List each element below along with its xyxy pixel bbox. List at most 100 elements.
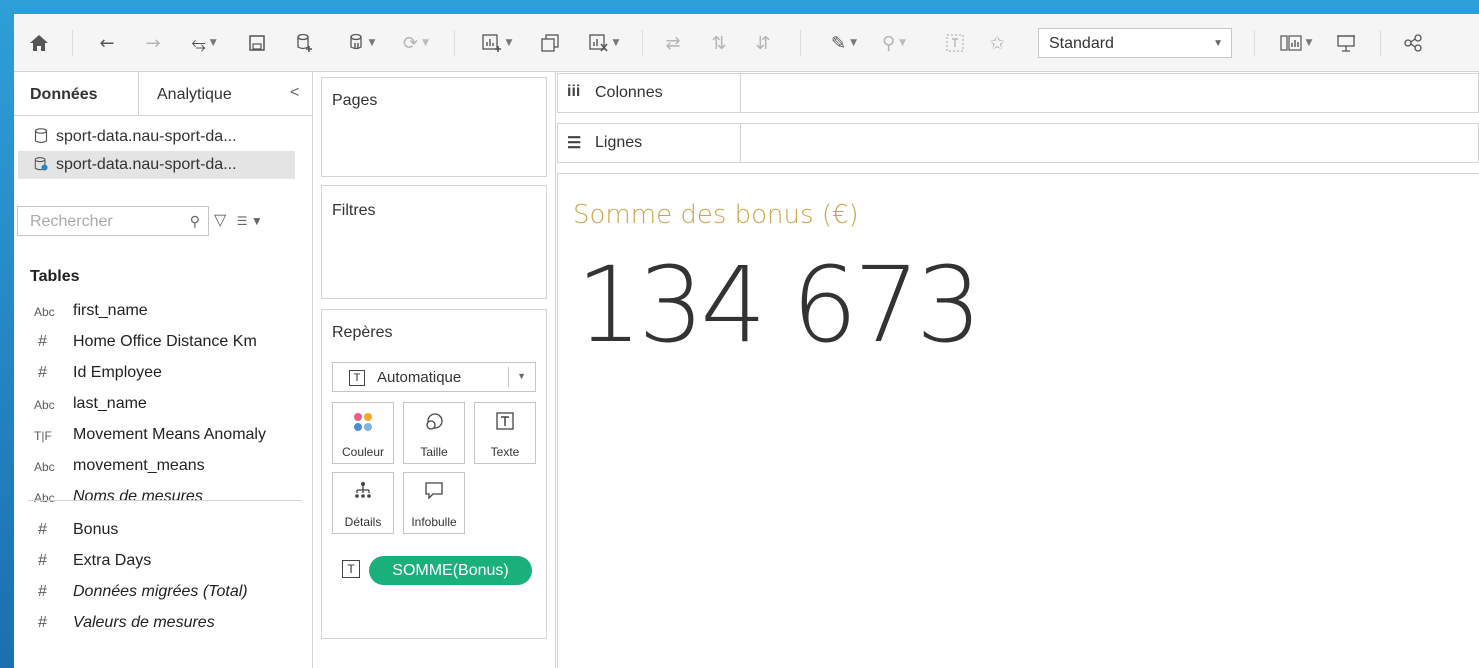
field-name: last_name xyxy=(73,395,147,412)
share-icon[interactable] xyxy=(1398,28,1428,58)
home-icon[interactable] xyxy=(24,28,54,58)
clear-sheet-icon[interactable]: ▼ xyxy=(580,28,628,58)
search-input[interactable]: Rechercher ⚲ xyxy=(17,206,209,236)
show-mark-labels-icon xyxy=(942,28,968,58)
tables-heading: Tables xyxy=(30,268,80,285)
size-icon xyxy=(404,411,464,438)
view-fit-select[interactable]: Standard ▼ xyxy=(1038,28,1232,58)
color-icon xyxy=(333,411,393,438)
group-members-icon: ⚲ ▼ xyxy=(881,32,907,54)
search-icon: ⚲ xyxy=(189,213,200,229)
pause-datasource-icon[interactable]: ▼ xyxy=(338,28,386,58)
view-fit-value: Standard xyxy=(1049,35,1114,52)
field-item[interactable]: # Home Office Distance Km xyxy=(14,329,313,359)
datasource-item-selected[interactable]: sport-data.nau-sport-da... xyxy=(18,151,295,179)
size-button[interactable]: Taille xyxy=(403,402,465,464)
columns-shelf[interactable]: iii Colonnes xyxy=(557,73,1479,113)
refresh-icon: ⟳ ▼ xyxy=(402,32,429,54)
number-type-icon: # xyxy=(38,552,47,569)
field-item[interactable]: Abc Noms de mesures xyxy=(14,484,313,514)
tooltip-icon xyxy=(404,481,464,506)
highlight-icon[interactable]: ✎ ▼ xyxy=(824,28,864,58)
color-label: Couleur xyxy=(341,445,385,459)
collapse-pane-icon[interactable]: < xyxy=(290,84,299,102)
field-name: Noms de mesures xyxy=(73,488,203,505)
pages-card[interactable]: Pages xyxy=(321,77,547,177)
cards-column: Pages Filtres Repères T Automatique ▼ Co… xyxy=(314,72,556,668)
field-name: Home Office Distance Km xyxy=(73,333,257,350)
number-type-icon: # xyxy=(38,521,47,538)
field-item[interactable]: # Bonus xyxy=(14,517,313,547)
string-type-icon: Abc xyxy=(34,398,55,412)
undo-icon[interactable]: ← xyxy=(92,28,122,58)
text-label: Texte xyxy=(490,445,520,459)
rows-shelf[interactable]: ☰ Lignes xyxy=(557,123,1479,163)
fix-axes-icon: ✩ xyxy=(989,32,1005,54)
field-item[interactable]: Abc first_name xyxy=(14,298,313,328)
show-cards-icon[interactable]: ▼ xyxy=(1272,28,1320,58)
text-button[interactable]: Texte xyxy=(474,402,536,464)
presentation-mode-icon[interactable] xyxy=(1332,28,1360,58)
tab-data[interactable]: Données xyxy=(30,86,98,104)
field-item[interactable]: T|F Movement Means Anomaly xyxy=(14,422,313,452)
detail-button[interactable]: Détails xyxy=(332,472,394,534)
number-type-icon: # xyxy=(38,333,47,350)
mark-type-value: Automatique xyxy=(377,369,462,386)
database-connected-icon xyxy=(34,157,48,171)
pane-tabs: Données Analytique < xyxy=(14,72,313,116)
search-tools: ▽ ☰ ▼ xyxy=(214,210,263,230)
number-type-icon: # xyxy=(38,583,47,600)
viz-canvas[interactable]: Somme des bonus (€) 134 673 xyxy=(557,173,1479,668)
chevron-down-icon: ▼ xyxy=(1213,38,1223,49)
filters-card[interactable]: Filtres xyxy=(321,185,547,299)
save-icon[interactable] xyxy=(244,28,270,58)
sort-ascending-icon: ⇅ xyxy=(711,32,727,54)
field-name: Id Employee xyxy=(73,364,162,381)
measures-divider xyxy=(28,500,302,501)
replay-icon[interactable]: ⥃ ▼ xyxy=(182,28,226,58)
new-datasource-icon[interactable] xyxy=(292,28,318,58)
string-type-icon: Abc xyxy=(34,491,55,505)
view-list-icon[interactable]: ☰ ▼ xyxy=(237,214,263,228)
marks-card: Repères T Automatique ▼ Couleur Taille T… xyxy=(321,309,547,639)
tooltip-button[interactable]: Infobulle xyxy=(403,472,465,534)
field-item[interactable]: # Valeurs de mesures xyxy=(14,610,313,640)
field-item[interactable]: Abc last_name xyxy=(14,391,313,421)
new-sheet-icon[interactable]: ▼ xyxy=(472,28,522,58)
field-item[interactable]: Abc movement_means xyxy=(14,453,313,483)
database-icon xyxy=(34,128,48,144)
color-button[interactable]: Couleur xyxy=(332,402,394,464)
number-type-icon: # xyxy=(38,614,47,631)
size-label: Taille xyxy=(420,445,448,459)
data-pane: Données Analytique < sport-data.nau-spor… xyxy=(14,72,313,668)
swap-rows-columns-icon: ⇄ xyxy=(665,32,681,54)
duplicate-sheet-icon[interactable] xyxy=(536,28,564,58)
filters-title: Filtres xyxy=(332,202,376,219)
pages-title: Pages xyxy=(332,92,378,109)
field-name: movement_means xyxy=(73,457,205,474)
sum-bonus-pill[interactable]: SOMME(Bonus) xyxy=(369,556,532,585)
search-placeholder: Rechercher xyxy=(30,213,113,230)
marks-title: Repères xyxy=(332,324,393,341)
datasource-name: sport-data.nau-sport-da... xyxy=(56,128,237,145)
field-name: Données migrées (Total) xyxy=(73,583,248,600)
tableau-window: ← → ⥃ ▼ ▼ ⟳ ▼ ▼ ▼ ⇄ ⇅ ⇵ ✎ ▼ ⚲ ▼ ✩ Standa… xyxy=(14,14,1479,668)
datasource-item[interactable]: sport-data.nau-sport-da... xyxy=(18,123,295,151)
mark-type-select[interactable]: T Automatique ▼ xyxy=(332,362,536,392)
toolbar: ← → ⥃ ▼ ▼ ⟳ ▼ ▼ ▼ ⇄ ⇅ ⇵ ✎ ▼ ⚲ ▼ ✩ Standa… xyxy=(14,14,1479,72)
string-type-icon: Abc xyxy=(34,460,55,474)
field-name: first_name xyxy=(73,302,148,319)
field-item[interactable]: # Données migrées (Total) xyxy=(14,579,313,609)
detail-label: Détails xyxy=(344,515,382,529)
string-type-icon: Abc xyxy=(34,305,55,319)
sheet-title: Somme des bonus (€) xyxy=(573,200,859,230)
tab-analytics[interactable]: Analytique xyxy=(157,86,232,104)
filter-icon[interactable]: ▽ xyxy=(214,212,226,229)
field-item[interactable]: # Id Employee xyxy=(14,360,313,390)
field-item[interactable]: # Extra Days xyxy=(14,548,313,578)
sort-descending-icon: ⇵ xyxy=(755,32,771,54)
number-type-icon: # xyxy=(38,364,47,381)
rows-label: Lignes xyxy=(595,134,643,151)
field-name: Movement Means Anomaly xyxy=(73,426,266,443)
worksheet-area: iii Colonnes ☰ Lignes Somme des bonus (€… xyxy=(557,72,1479,668)
